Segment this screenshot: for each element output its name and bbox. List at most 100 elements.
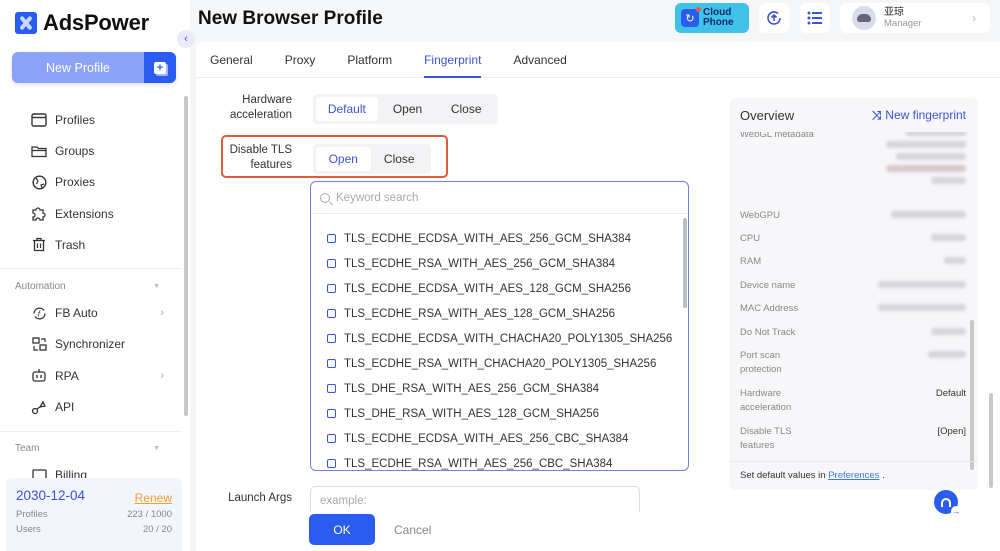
adspower-logo-icon	[15, 12, 37, 34]
plan-users-row: Users 20 / 20	[16, 524, 172, 535]
tls-cipher-option[interactable]: TLS_ECDHE_RSA_WITH_AES_128_GCM_SHA256	[311, 301, 681, 326]
sidebar-scrollbar[interactable]	[184, 96, 188, 416]
customer-support-button[interactable]: →	[934, 490, 962, 517]
checkbox[interactable]	[327, 409, 336, 418]
sidebar-item-label: Extensions	[55, 206, 114, 221]
overview-row-label: MAC Address	[740, 303, 799, 314]
plan-users-label: Users	[16, 524, 41, 535]
preferences-link[interactable]: Preferences	[828, 470, 879, 481]
hw-accel-close-option[interactable]: Close	[437, 97, 495, 121]
new-profile-button[interactable]: New Profile	[12, 52, 144, 83]
sidebar-item-label: Groups	[55, 143, 95, 158]
cancel-button[interactable]: Cancel	[394, 523, 431, 537]
tab-proxy[interactable]: Proxy	[285, 42, 316, 78]
cloud-phone-button[interactable]: ↻ Cloud Phone	[675, 3, 749, 33]
chevron-right-icon: ›	[160, 369, 164, 382]
sidebar-item-synchronizer[interactable]: Synchronizer	[0, 329, 182, 360]
sidebar-item-label: Proxies	[55, 175, 96, 190]
tls-cipher-label: TLS_ECDHE_ECDSA_WITH_AES_128_GCM_SHA256	[344, 282, 631, 295]
sidebar-item-trash[interactable]: Trash	[0, 229, 182, 260]
plan-card: 2030-12-04 Renew Profiles 223 / 1000 Use…	[6, 478, 182, 551]
list-icon	[807, 11, 822, 25]
sidebar-item-fb-auto[interactable]: f FB Auto ›	[0, 297, 182, 328]
checkbox[interactable]	[327, 384, 336, 393]
tab-general[interactable]: General	[210, 42, 253, 78]
footer-end: .	[882, 470, 885, 481]
dropdown-scrollbar[interactable]	[683, 218, 687, 308]
sidebar-item-rpa[interactable]: RPA ›	[0, 360, 182, 391]
task-list-button[interactable]	[800, 3, 830, 33]
overview-row-value-blurred	[944, 255, 966, 269]
caret-down-icon: ▼	[153, 445, 160, 453]
overview-row-label: Disable TLS features	[740, 426, 792, 451]
overview-row-label: WebGPU	[740, 210, 780, 221]
checkbox[interactable]	[327, 234, 336, 243]
checkbox[interactable]	[327, 459, 336, 468]
checkbox[interactable]	[327, 359, 336, 368]
user-info: 亚琼 Manager	[884, 7, 922, 29]
cloud-phone-label: Cloud Phone	[703, 8, 734, 28]
sidebar-item-label: Profiles	[55, 112, 96, 127]
checkbox[interactable]	[327, 309, 336, 318]
tls-cipher-option[interactable]: TLS_ECDHE_ECDSA_WITH_AES_128_GCM_SHA256	[311, 276, 681, 301]
tls-cipher-option[interactable]: TLS_ECDHE_ECDSA_WITH_AES_256_CBC_SHA384	[311, 426, 681, 451]
folder-icon	[30, 143, 48, 159]
overview-row-value: Default	[935, 388, 966, 399]
tls-cipher-option[interactable]: TLS_DHE_RSA_WITH_AES_128_GCM_SHA256	[311, 401, 681, 426]
tab-advanced[interactable]: Advanced	[513, 42, 566, 78]
checkbox[interactable]	[327, 259, 336, 268]
tls-cipher-option[interactable]: TLS_ECDHE_RSA_WITH_CHACHA20_POLY1305_SHA…	[311, 351, 681, 376]
renew-link[interactable]: Renew	[135, 491, 172, 505]
plug-icon	[30, 399, 48, 415]
overview-row-label: Device name	[740, 280, 796, 291]
checkbox[interactable]	[327, 284, 336, 293]
sidebar-item-groups[interactable]: Groups	[0, 135, 182, 166]
user-role: Manager	[884, 18, 922, 29]
tls-cipher-label: TLS_ECDHE_ECDSA_WITH_AES_256_CBC_SHA384	[344, 432, 629, 445]
form-footer: OK Cancel	[196, 512, 731, 551]
search-icon	[320, 192, 330, 203]
checkbox[interactable]	[327, 434, 336, 443]
sidebar-item-proxies[interactable]: Proxies	[0, 167, 182, 198]
overview-row-ram: RAM	[740, 255, 966, 269]
tls-cipher-label: TLS_ECDHE_RSA_WITH_AES_128_GCM_SHA256	[344, 307, 616, 320]
collapse-sidebar-button[interactable]: ‹	[177, 30, 195, 48]
ok-button[interactable]: OK	[309, 514, 375, 545]
tls-cipher-label: TLS_ECDHE_ECDSA_WITH_AES_256_GCM_SHA384	[344, 232, 631, 245]
label-line: Hardware	[242, 94, 292, 106]
sidebar-item-extensions[interactable]: Extensions	[0, 198, 182, 229]
overview-scrollbar[interactable]	[970, 320, 974, 470]
label-line: features	[250, 159, 292, 171]
tls-cipher-option[interactable]: TLS_ECDHE_ECDSA_WITH_AES_256_GCM_SHA384	[311, 226, 681, 251]
sidebar-item-api[interactable]: API	[0, 391, 182, 422]
update-button[interactable]	[759, 3, 789, 33]
facebook-sync-icon: f	[30, 305, 48, 321]
tls-cipher-option[interactable]: TLS_DHE_RSA_WITH_AES_256_GCM_SHA384	[311, 376, 681, 401]
hw-accel-open-option[interactable]: Open	[378, 97, 438, 121]
sidebar-divider	[0, 430, 182, 432]
panel-scrollbar[interactable]	[989, 393, 993, 488]
batch-add-profile-button[interactable]: +	[144, 52, 176, 83]
hw-accel-default-option[interactable]: Default	[316, 97, 378, 121]
sidebar-nav: Profiles Groups Proxies Extensions Trash…	[0, 104, 182, 491]
tab-fingerprint[interactable]: Fingerprint	[424, 42, 482, 78]
tab-platform[interactable]: Platform	[347, 42, 392, 78]
user-menu[interactable]: 亚琼 Manager ›	[840, 3, 990, 33]
section-automation[interactable]: Automation ▼	[0, 275, 182, 297]
tls-cipher-option[interactable]: TLS_ECDHE_ECDSA_WITH_CHACHA20_POLY1305_S…	[311, 326, 681, 351]
sidebar-item-profiles[interactable]: Profiles	[0, 104, 182, 135]
tls-open-option[interactable]: Open	[316, 147, 371, 171]
keyword-search-input[interactable]: Keyword search	[311, 182, 688, 214]
overview-row-label: Hardware acceleration	[740, 388, 792, 413]
overview-row-label: CPU	[740, 233, 761, 244]
launch-args-label: Launch Args	[228, 492, 292, 504]
overview-row-webgpu: WebGPU	[740, 209, 966, 223]
tls-close-option[interactable]: Close	[371, 147, 428, 171]
tls-cipher-option[interactable]: TLS_ECDHE_RSA_WITH_AES_256_CBC_SHA384	[311, 451, 681, 470]
checkbox[interactable]	[327, 334, 336, 343]
overview-row-value: [Open]	[937, 426, 966, 437]
tls-cipher-option[interactable]: TLS_ECDHE_RSA_WITH_AES_256_GCM_SHA384	[311, 251, 681, 276]
new-fingerprint-button[interactable]: ⤨ New fingerprint	[872, 108, 966, 123]
section-team[interactable]: Team ▼	[0, 438, 182, 460]
tls-cipher-list: TLS_ECDHE_ECDSA_WITH_AES_256_GCM_SHA384 T…	[311, 226, 681, 470]
